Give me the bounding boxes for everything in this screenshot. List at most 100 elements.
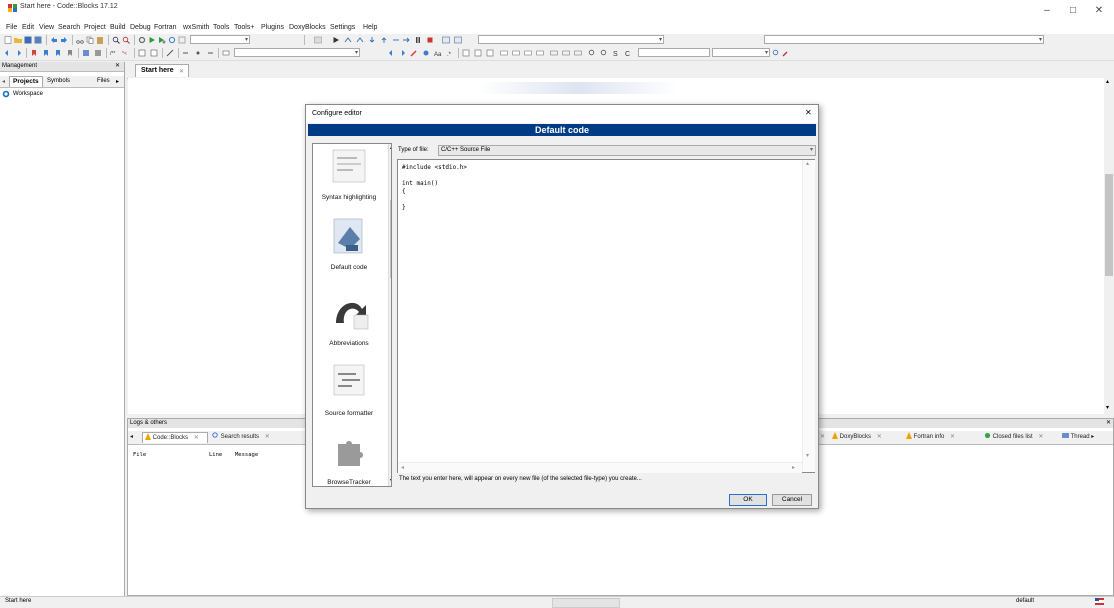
scroll-up-icon[interactable]: ▴ [1106,78,1109,85]
layout-b-icon[interactable] [512,49,520,57]
regex-icon[interactable]: .* [446,49,454,57]
menu-debug[interactable]: Debug [130,24,151,31]
category-default-code[interactable]: Default code [313,214,387,280]
rebuild-icon[interactable] [168,36,176,44]
logs-scroll-left-icon[interactable]: ◂ [130,432,133,443]
doc-search-icon[interactable] [772,49,780,57]
menu-help[interactable]: Help [363,24,377,31]
save-icon[interactable] [24,36,32,44]
build-gear-icon[interactable] [138,36,146,44]
debugging-windows-icon[interactable] [442,36,450,44]
save-all-icon[interactable] [34,36,42,44]
jump-impl-icon[interactable] [194,49,202,57]
menu-tools-plus[interactable]: Tools+ [234,24,254,31]
tab-files[interactable]: Files [97,78,110,84]
editor-scrollbar[interactable]: ▴ ▾ [1104,78,1114,414]
clear-bookmarks-icon[interactable] [66,49,74,57]
pause-icon[interactable] [414,36,422,44]
run-icon[interactable] [148,36,156,44]
scroll-down-icon[interactable]: ▾ [1106,404,1109,411]
tab-fortran-info-close[interactable]: ✕ [950,434,955,440]
prev-bookmark-icon[interactable] [42,49,50,57]
paste-icon[interactable] [96,36,104,44]
abort-icon[interactable] [178,36,186,44]
menu-tools[interactable]: Tools [213,24,229,31]
layout-a-icon[interactable] [500,49,508,57]
tab-start-here[interactable]: Start here ✕ [135,64,189,77]
open-folder-icon[interactable] [14,36,22,44]
tab-thread[interactable]: Thread ▸ [1062,432,1094,443]
dialog-close-button[interactable]: ✕ [805,108,812,117]
tab-start-here-close[interactable]: ✕ [179,68,184,75]
tab-codeblocks-close[interactable]: ✕ [194,435,199,441]
close-window-button[interactable]: ✕ [1090,4,1108,18]
line-comment-icon[interactable]: *< [122,49,130,57]
menu-view[interactable]: View [39,24,54,31]
code-scroll-right-icon[interactable]: ▸ [792,464,795,471]
default-code-editor[interactable]: #include <stdio.h> int main() { } ▴ ▾ ◂ … [397,159,815,473]
code-scroll-left-icon[interactable]: ◂ [401,464,404,471]
fortran-jump-icon[interactable] [462,49,470,57]
search-text-input[interactable]: ▾ [234,48,360,57]
code-scroll-up-icon[interactable]: ▴ [806,160,809,167]
frame-b-icon[interactable] [562,49,570,57]
tab-doxyblocks[interactable]: DoxyBlocks ✕ [832,432,882,443]
code-scroll-down-icon[interactable]: ▾ [806,452,809,459]
highlight-icon[interactable] [222,49,230,57]
doxy-extract-icon[interactable] [82,49,90,57]
ok-button[interactable]: OK [729,494,767,506]
step-instruction-icon[interactable] [402,36,410,44]
debug-continue-icon[interactable] [332,36,340,44]
match-case-icon[interactable]: Aa [434,49,442,57]
category-scrollbar[interactable]: ▴ ▾ [388,144,391,486]
category-source-formatter[interactable]: Source formatter [313,360,387,424]
next-line-icon[interactable] [356,36,364,44]
step-into-icon[interactable] [368,36,376,44]
run-to-cursor-icon[interactable] [344,36,352,44]
code-vertical-scrollbar[interactable]: ▴ ▾ [802,160,815,472]
build-and-run-icon[interactable] [158,36,166,44]
jump-declaration-icon[interactable] [182,49,190,57]
tab-symbols[interactable]: Symbols [47,78,70,84]
type-of-file-select[interactable]: C/C++ Source File ▾ [438,145,816,156]
category-list[interactable]: Syntax highlighting Default code Abbrevi… [312,143,392,487]
debug-window-icon[interactable] [314,36,322,44]
doxy-run-icon[interactable] [94,49,102,57]
forward-arrow-icon[interactable] [14,49,22,57]
frame-c-icon[interactable] [574,49,582,57]
c-tool-icon[interactable]: C [624,49,632,57]
tab-closed-files-close[interactable]: ✕ [1038,434,1043,440]
menu-fortran[interactable]: Fortran [154,24,177,31]
category-scroll-thumb[interactable] [390,200,391,278]
menu-project[interactable]: Project [84,24,106,31]
copy-icon[interactable] [86,36,94,44]
minimize-button[interactable]: – [1038,4,1056,18]
find-next-icon[interactable] [398,49,406,57]
find-icon[interactable] [112,36,120,44]
stop-debug-icon[interactable] [426,36,434,44]
replace-icon[interactable] [122,36,130,44]
next-instruction-icon[interactable] [392,36,400,44]
category-scroll-down-icon[interactable]: ▾ [390,477,391,484]
s-tool-icon[interactable]: S [612,49,620,57]
menu-plugins[interactable]: Plugins [261,24,284,31]
management-close-button[interactable]: ✕ [115,62,120,69]
workspace-tree-item[interactable]: Workspace [2,90,120,100]
tab-search-results[interactable]: Search results ✕ [212,432,270,443]
find-prev-icon[interactable] [388,49,396,57]
menu-search[interactable]: Search [58,24,80,31]
maximize-button[interactable]: □ [1064,4,1082,18]
menu-wxsmith[interactable]: wxSmith [183,24,209,31]
debug-select[interactable]: ▾ [478,35,664,44]
zoom-in-icon[interactable] [588,49,596,57]
doxy-help-icon[interactable] [150,49,158,57]
table-icon[interactable] [486,49,494,57]
back-arrow-icon[interactable] [4,49,12,57]
highlight-pen-icon[interactable] [410,49,418,57]
function-select[interactable]: ▾ [712,48,770,57]
next-bookmark-icon[interactable] [54,49,62,57]
logs-scroll-right-icon[interactable]: ▸ [1091,434,1094,440]
tab-search-results-close[interactable]: ✕ [265,434,270,440]
category-scroll-up-icon[interactable]: ▴ [390,144,391,151]
cancel-button[interactable]: Cancel [772,494,812,506]
